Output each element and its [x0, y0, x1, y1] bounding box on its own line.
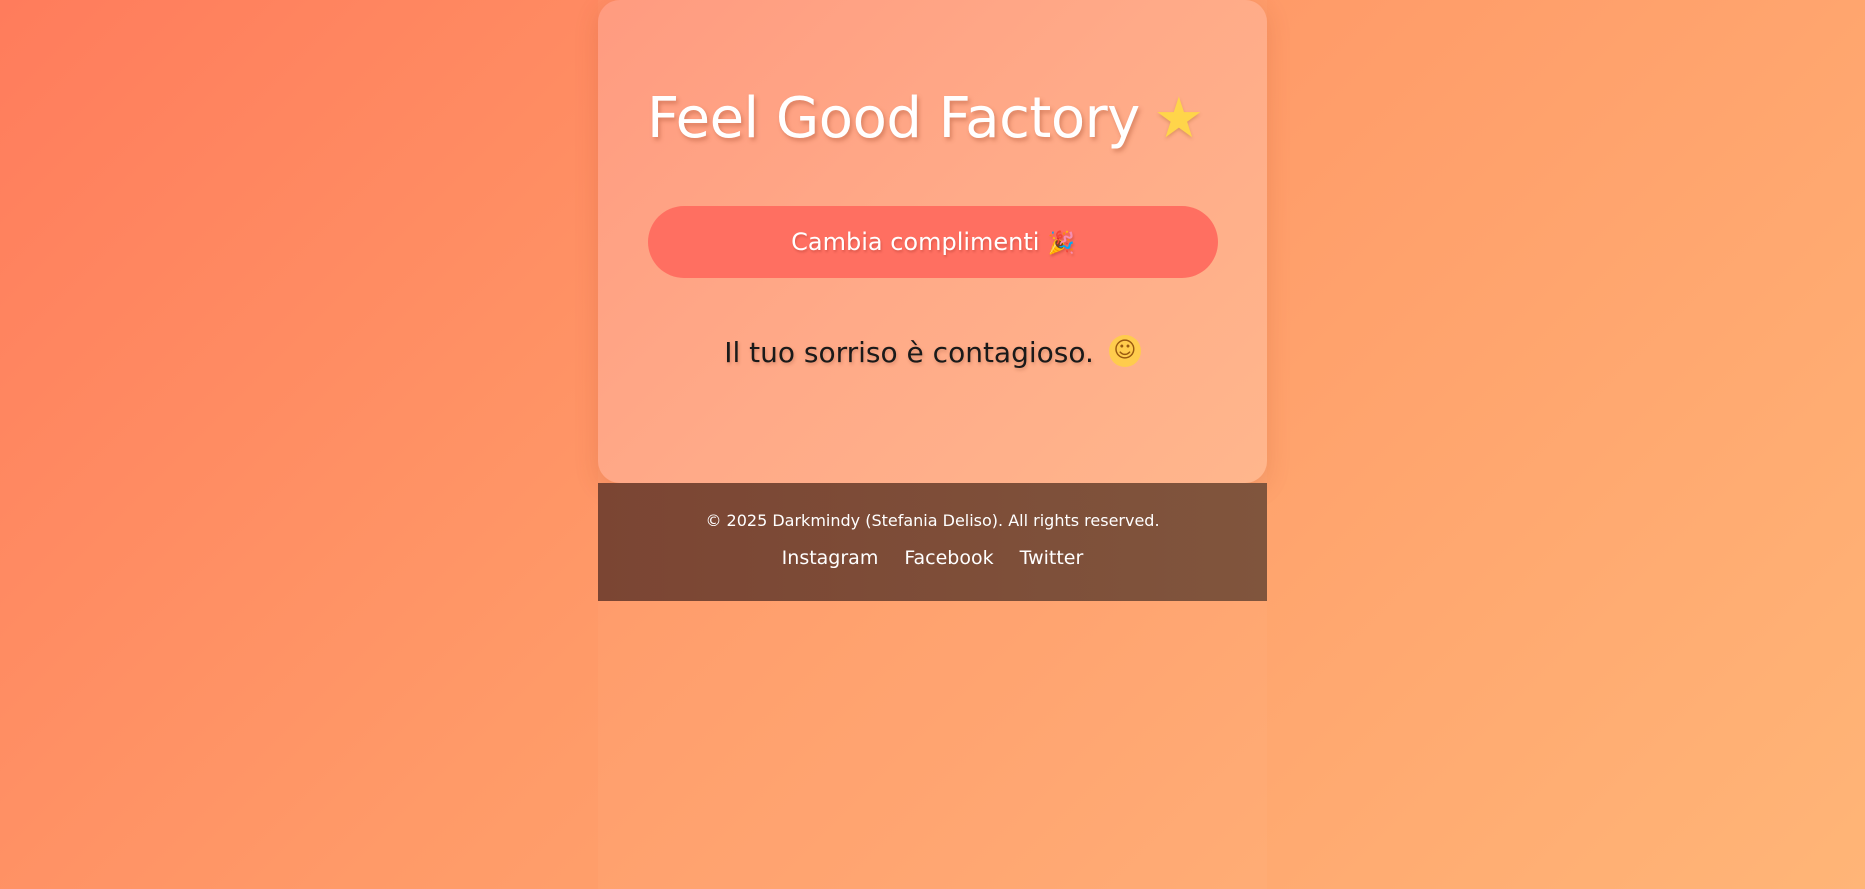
facebook-link[interactable]: Facebook — [904, 547, 993, 569]
compliment-text: Il tuo sorriso è contagioso. — [724, 336, 1094, 369]
title-text: Feel Good Factory — [647, 86, 1140, 151]
site-footer: © 2025 Darkmindy (Stefania Deliso). All … — [598, 483, 1267, 601]
star-icon: ★ — [1153, 86, 1204, 151]
party-popper-icon: 🎉 — [1047, 231, 1075, 256]
change-compliment-button[interactable]: Cambia complimenti 🎉 — [648, 206, 1218, 278]
change-compliment-label: Cambia complimenti — [791, 228, 1040, 256]
compliment-card: Feel Good Factory ★ Cambia complimenti 🎉 I… — [598, 0, 1267, 483]
instagram-link[interactable]: Instagram — [782, 547, 879, 569]
page-title: Feel Good Factory ★ — [647, 86, 1204, 151]
twitter-link[interactable]: Twitter — [1020, 547, 1084, 569]
compliment-text-container: Il tuo sorriso è contagioso. ☺ — [598, 335, 1267, 370]
smiling-face-icon: ☺ — [1108, 335, 1141, 367]
social-links: Instagram Facebook Twitter — [598, 547, 1267, 569]
copyright-text: © 2025 Darkmindy (Stefania Deliso). All … — [705, 511, 1160, 530]
